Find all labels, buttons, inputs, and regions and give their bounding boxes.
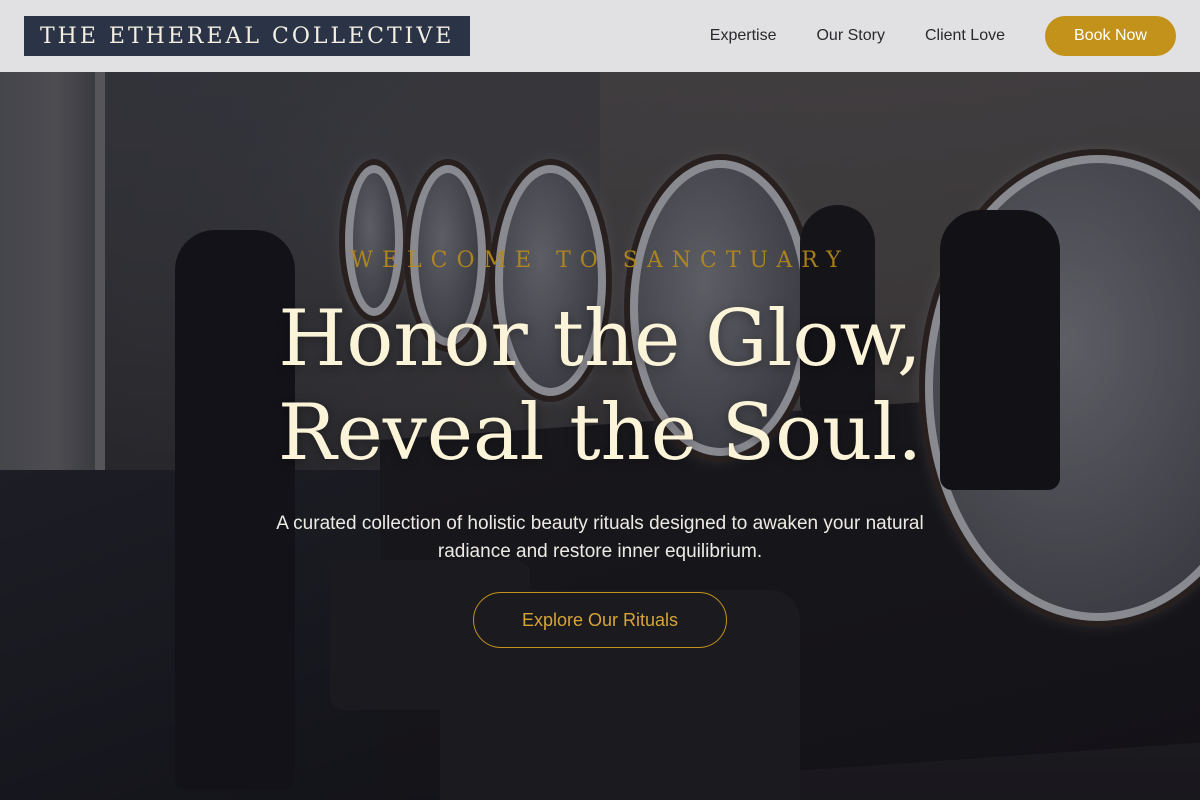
hero-headline-line-1: Honor the Glow, [278,294,922,384]
nav-link-expertise[interactable]: Expertise [710,27,777,45]
explore-rituals-button[interactable]: Explore Our Rituals [473,592,727,648]
site-logo[interactable]: THE ETHEREAL COLLECTIVE [24,16,471,56]
main-nav: Expertise Our Story Client Love Book Now [710,16,1176,56]
book-now-button[interactable]: Book Now [1045,16,1176,56]
page: THE ETHEREAL COLLECTIVE Expertise Our St… [0,0,1200,800]
hero-headline: Honor the Glow, Reveal the Soul. [0,292,1200,480]
hero-eyebrow: WELCOME TO SANCTUARY [350,248,850,273]
site-header: THE ETHEREAL COLLECTIVE Expertise Our St… [0,0,1200,72]
nav-link-our-story[interactable]: Our Story [816,27,884,45]
nav-link-client-love[interactable]: Client Love [925,27,1005,45]
hero-headline-line-2: Reveal the Soul. [277,388,923,478]
hero-subtext: A curated collection of holistic beauty … [276,513,924,562]
hero-section: WELCOME TO SANCTUARY Honor the Glow, Rev… [0,0,1200,800]
